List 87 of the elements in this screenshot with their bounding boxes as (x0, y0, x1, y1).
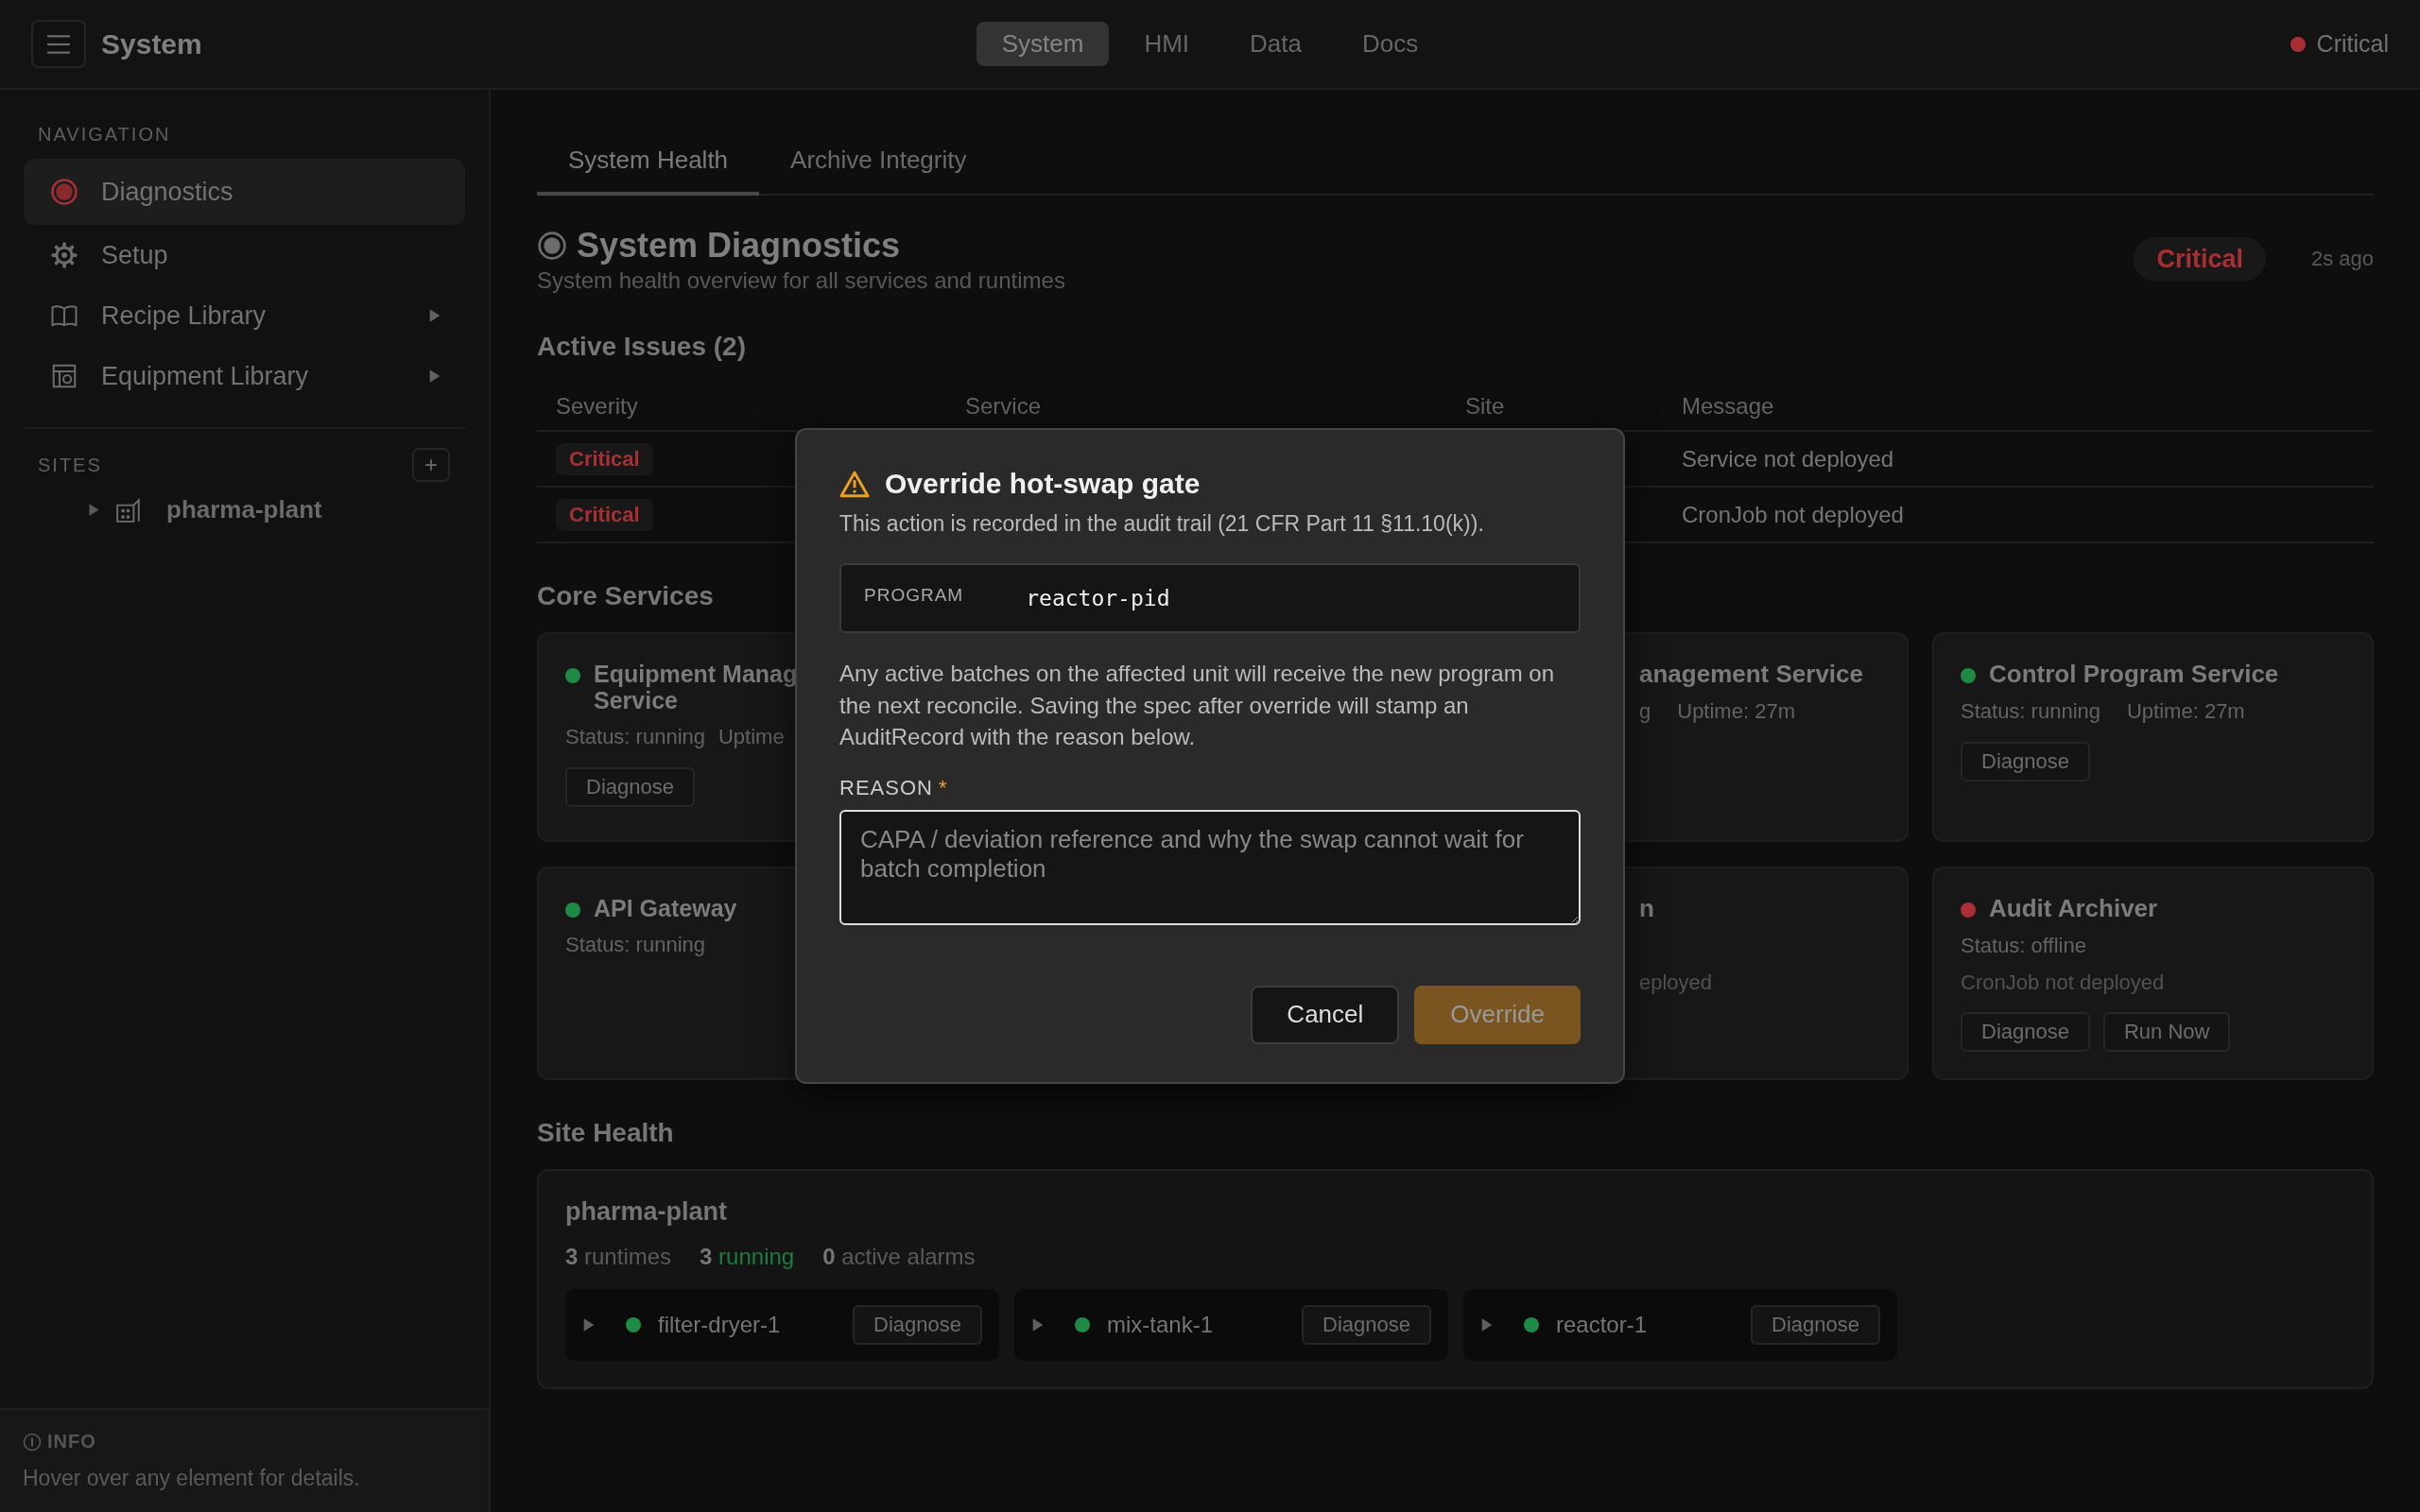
info-text: Hover over any element for details. (23, 1466, 361, 1491)
column-header: Severity (555, 393, 639, 420)
program-value: reactor-pid (1026, 586, 1170, 611)
reason-field[interactable]: CAPA / deviation reference and why the swap cannot wait for batch completion (839, 809, 1581, 925)
service-message: eployed (1639, 971, 1714, 996)
app-title: System (101, 27, 202, 60)
runtime-name: filter-dryer-1 (658, 1312, 782, 1339)
warning-icon (839, 470, 870, 499)
top-tab[interactable]: System (976, 22, 1110, 66)
updated-time: 2s ago (2310, 247, 2374, 271)
section-heading: NAVIGATION (37, 124, 171, 145)
site-name: pharma-plant (565, 1197, 729, 1228)
stat-text: 3 running (700, 1244, 795, 1271)
menu-icon[interactable] (46, 33, 71, 55)
field-label: REASON (839, 775, 933, 800)
caret-icon[interactable] (428, 369, 441, 384)
nav-item[interactable]: Recipe Library (24, 285, 465, 346)
table-cell-text: Service not deployed (1681, 445, 1895, 472)
nav-item[interactable]: Setup (24, 225, 465, 285)
dialog-subtitle: This action is recorded in the audit trail (21 CFR Part 11 §11.10(k)). (839, 511, 1485, 538)
status-label: Critical (2316, 30, 2389, 58)
health-badge: Critical (2134, 237, 2266, 282)
info-heading: INFO (47, 1431, 96, 1452)
diagnose-button[interactable]: Diagnose (1302, 1305, 1431, 1346)
caret-icon[interactable] (88, 503, 100, 517)
page-tab[interactable]: System Health (537, 132, 760, 196)
service-message: CronJob not deployed (1961, 971, 2166, 996)
dialog-title: Override hot-swap gate (885, 468, 1201, 501)
service-name: n (1639, 895, 1654, 923)
service-uptime: Uptime (718, 725, 785, 750)
caret-icon[interactable] (1031, 1317, 1045, 1333)
building-icon (115, 496, 142, 524)
caret-icon[interactable] (582, 1317, 596, 1333)
program-label: PROGRAM (864, 585, 964, 607)
table-cell-text: CronJob not deployed (1681, 501, 1905, 528)
page-tab[interactable]: Archive Integrity (759, 132, 998, 196)
column-header: Message (1681, 393, 1775, 420)
service-name: API Gateway (594, 895, 737, 921)
section-title: Site Health (537, 1118, 674, 1149)
service-status: Status: running (565, 725, 705, 750)
service-name: anagement Service (1639, 661, 1863, 689)
top-tab[interactable]: Data (1224, 22, 1327, 66)
service-name: Equipment Manag Service (594, 661, 798, 713)
gear-icon (50, 241, 78, 269)
caret-icon[interactable] (428, 308, 441, 323)
top-tab[interactable]: Docs (1337, 22, 1444, 66)
site-tree-item[interactable]: pharma-plant (166, 495, 322, 524)
section-heading: SITES (37, 454, 102, 476)
top-tab[interactable]: HMI (1118, 22, 1216, 66)
caret-icon[interactable] (1480, 1317, 1494, 1333)
equipment-icon (50, 362, 78, 390)
status-ring-icon (50, 178, 78, 206)
add-site-button[interactable]: + (412, 448, 450, 482)
service-action-button[interactable]: Run Now (2102, 1012, 2231, 1053)
dialog-body-text: Any active batches on the affected unit will receive the new program on the next reconcile. Saving the spec after override will stamp an AuditRecord with the reason below. (839, 660, 1555, 752)
service-uptime: Uptime: 27m (2127, 699, 2245, 726)
target-icon (537, 231, 567, 261)
stat-text: 3 runtimes (565, 1244, 672, 1271)
page-title: System Diagnostics (577, 226, 901, 266)
diagnose-button[interactable]: Diagnose (1751, 1305, 1880, 1346)
service-action-button[interactable]: Diagnose (1961, 1012, 2090, 1053)
service-name: Control Program Service (1989, 661, 2279, 689)
column-header: Site (1464, 393, 1506, 420)
nav-item[interactable]: Equipment Library (24, 346, 465, 406)
service-action-button[interactable]: Diagnose (565, 767, 695, 807)
info-icon (23, 1432, 42, 1452)
service-name: Audit Archiver (1989, 895, 2158, 923)
page-subtitle: System health overview for all services and runtimes (537, 267, 1066, 294)
service-status: Status: offline (1961, 934, 2086, 960)
cancel-button[interactable]: Cancel (1251, 985, 1400, 1044)
service-status: Status: running (565, 933, 705, 958)
diagnose-button[interactable]: Diagnose (853, 1305, 982, 1346)
stat-text: 0 active alarms (822, 1244, 976, 1271)
column-header: Service (964, 393, 1043, 420)
service-status: Status: running (1961, 699, 2100, 726)
required-mark: * (938, 775, 948, 800)
menu-button[interactable] (31, 20, 86, 68)
runtime-name: mix-tank-1 (1107, 1312, 1215, 1339)
nav-item[interactable]: Diagnostics (24, 159, 465, 225)
runtime-name: reactor-1 (1556, 1312, 1649, 1339)
service-uptime: Uptime: 27m (1677, 699, 1795, 726)
section-title: Active Issues (2) (537, 332, 746, 362)
severity-badge: Critical (556, 498, 653, 531)
service-action-button[interactable]: Diagnose (1961, 742, 2090, 782)
severity-badge: Critical (556, 442, 653, 475)
section-title: Core Services (537, 581, 714, 611)
service-status: g (1639, 699, 1651, 726)
